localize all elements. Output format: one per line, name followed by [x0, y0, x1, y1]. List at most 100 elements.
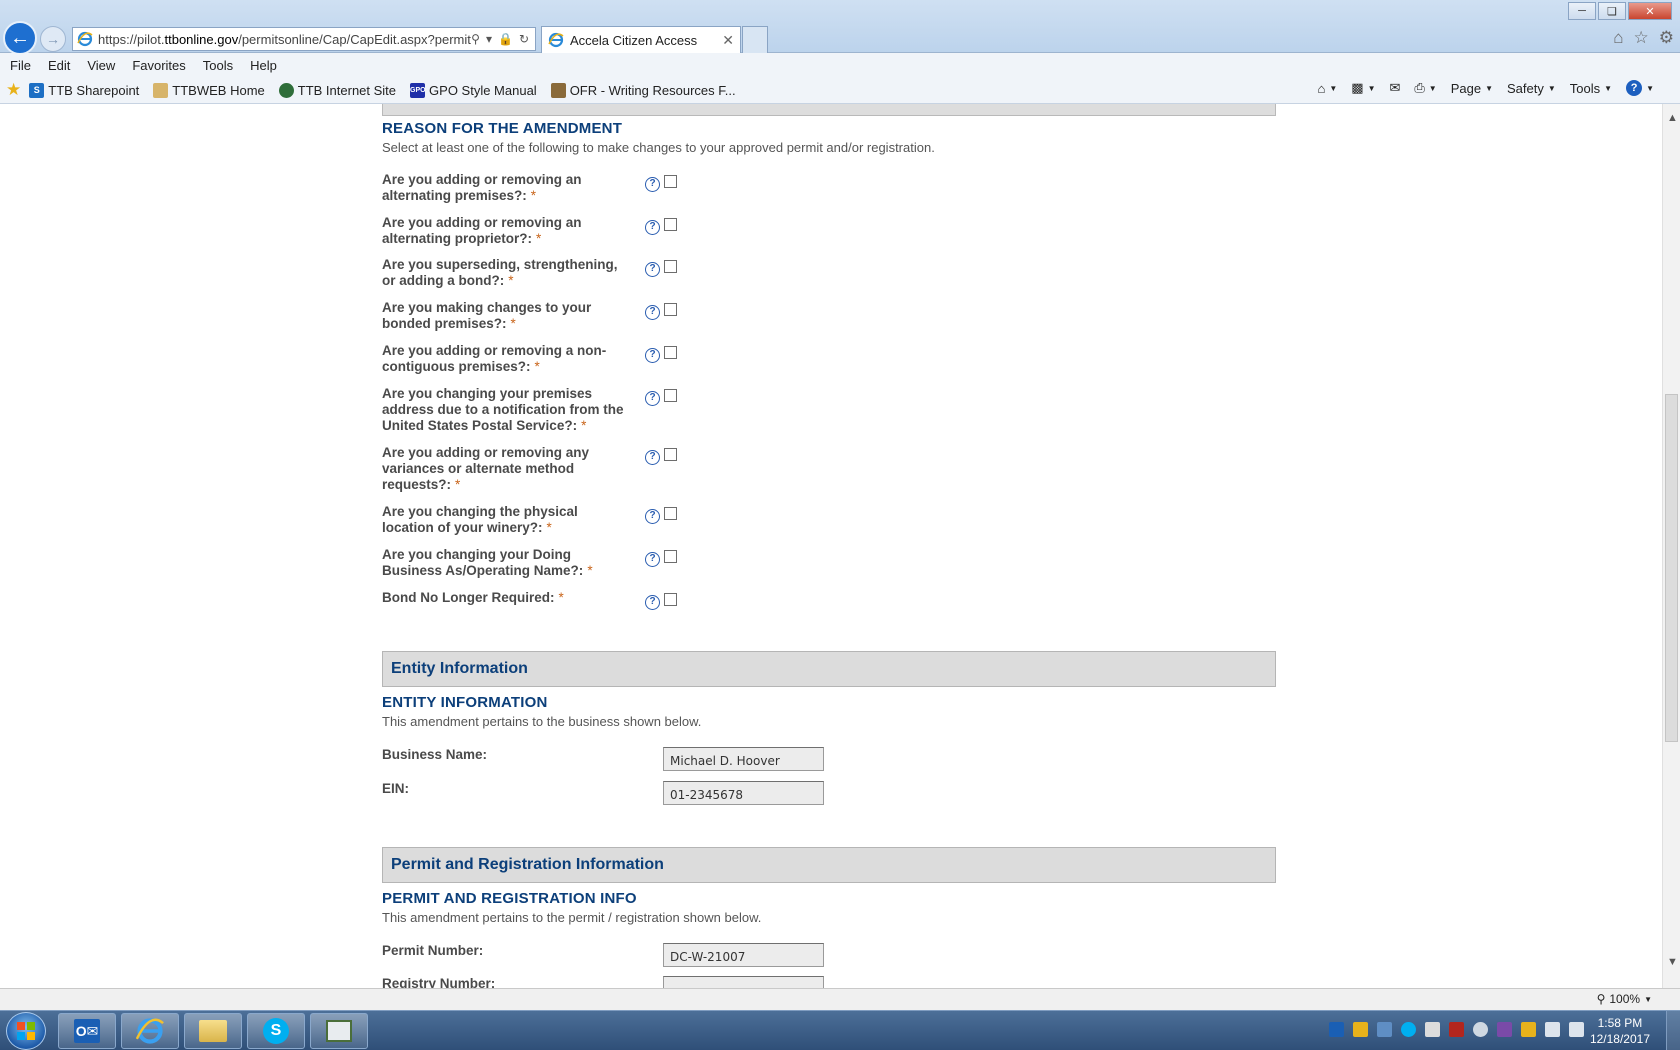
favorite-ttb-internet-site[interactable]: TTB Internet Site: [278, 82, 397, 98]
permit-number-field[interactable]: DC-W-21007: [663, 943, 824, 967]
required-marker: *: [455, 477, 461, 492]
dropdown-caret-icon[interactable]: ▾: [486, 32, 492, 46]
winery-location-checkbox[interactable]: [664, 507, 677, 520]
favorites-star-icon[interactable]: ★: [6, 80, 21, 100]
home-command[interactable]: ⌂ ▼: [1317, 81, 1337, 96]
favorite-ofr-writing-resources[interactable]: OFR - Writing Resources F...: [550, 82, 736, 98]
taskbar-skype[interactable]: S: [247, 1013, 305, 1049]
question-label: Are you changing your Doing Business As/O…: [382, 547, 593, 578]
alternating-proprietor-checkbox[interactable]: [664, 218, 677, 231]
zoom-level: 100%: [1609, 992, 1641, 1006]
minimize-button[interactable]: ─: [1568, 2, 1596, 20]
usps-address-change-checkbox[interactable]: [664, 389, 677, 402]
forward-button[interactable]: →: [40, 26, 66, 52]
safety-menu[interactable]: Safety ▼: [1507, 81, 1556, 96]
help-icon[interactable]: ?: [645, 450, 660, 465]
favorite-ttb-sharepoint[interactable]: S TTB Sharepoint: [29, 82, 139, 98]
menu-bar: File Edit View Favorites Tools Help: [0, 53, 1680, 77]
tab-accela[interactable]: Accela Citizen Access ✕: [541, 26, 741, 53]
lock-icon[interactable]: 🔒: [498, 32, 513, 46]
back-arrow-icon: ←: [10, 26, 30, 49]
app-tray-icon[interactable]: [1497, 1022, 1512, 1037]
dba-name-checkbox[interactable]: [664, 550, 677, 563]
amendment-reason-description: Select at least one of the following to …: [382, 140, 935, 155]
question-label: Are you superseding, strengthening, or ad…: [382, 257, 618, 288]
alternating-premises-checkbox[interactable]: [664, 175, 677, 188]
help-icon[interactable]: ?: [645, 348, 660, 363]
device-tray-icon[interactable]: [1425, 1022, 1440, 1037]
tab-close-icon[interactable]: ✕: [722, 32, 734, 49]
menu-edit[interactable]: Edit: [48, 58, 70, 73]
tools-menu[interactable]: Tools ▼: [1570, 81, 1612, 96]
bonded-premises-checkbox[interactable]: [664, 303, 677, 316]
help-icon[interactable]: ?: [645, 552, 660, 567]
scroll-down-arrow-icon[interactable]: ▼: [1667, 956, 1678, 968]
question-label: Are you adding or removing any variances …: [382, 445, 590, 492]
address-bar[interactable]: https://pilot.ttbonline.gov/permitsonlin…: [72, 27, 536, 51]
skype-tray-icon[interactable]: [1401, 1022, 1416, 1037]
outlook-tray-icon[interactable]: [1329, 1022, 1344, 1037]
bond-no-longer-required-checkbox[interactable]: [664, 593, 677, 606]
help-icon[interactable]: ?: [645, 262, 660, 277]
network-tray-icon[interactable]: [1545, 1022, 1560, 1037]
mail-command[interactable]: ✉: [1389, 80, 1400, 96]
help-command[interactable]: ? ▼: [1626, 80, 1654, 96]
security-tray-icon[interactable]: [1449, 1022, 1464, 1037]
back-button[interactable]: ←: [3, 21, 37, 55]
noncontiguous-premises-checkbox[interactable]: [664, 346, 677, 359]
user-tray-icon[interactable]: [1377, 1022, 1392, 1037]
home-icon[interactable]: ⌂: [1613, 28, 1623, 48]
favorite-ttbweb-home[interactable]: TTBWEB Home: [153, 82, 265, 98]
favorite-label: TTBWEB Home: [172, 82, 265, 98]
refresh-icon[interactable]: ↻: [519, 32, 529, 46]
help-icon[interactable]: ?: [645, 391, 660, 406]
taskbar-file-explorer[interactable]: [184, 1013, 242, 1049]
print-command[interactable]: ⎙ ▼: [1414, 80, 1436, 96]
address-url[interactable]: https://pilot.ttbonline.gov/permitsonlin…: [98, 32, 471, 47]
restore-button[interactable]: ❏: [1598, 2, 1626, 20]
scrollbar-thumb[interactable]: [1665, 394, 1678, 742]
scroll-up-arrow-icon[interactable]: ▲: [1667, 112, 1678, 124]
windows-logo-icon: [17, 1022, 35, 1040]
feeds-command[interactable]: ▩ ▼: [1351, 80, 1375, 96]
ie-tab-icon: [548, 32, 564, 48]
taskbar-outlook[interactable]: O✉: [58, 1013, 116, 1049]
help-icon[interactable]: ?: [645, 595, 660, 610]
business-name-field[interactable]: Michael D. Hoover: [663, 747, 824, 771]
new-tab-button[interactable]: [742, 26, 768, 53]
variances-checkbox[interactable]: [664, 448, 677, 461]
taskbar-internet-explorer[interactable]: [121, 1013, 179, 1049]
show-desktop-button[interactable]: [1666, 1011, 1680, 1050]
page-menu[interactable]: Page ▼: [1451, 81, 1493, 96]
help-icon[interactable]: ?: [645, 305, 660, 320]
pen-tray-icon[interactable]: [1353, 1022, 1368, 1037]
taskbar-clock[interactable]: 1:58 PM 12/18/2017: [1590, 1015, 1650, 1047]
menu-favorites[interactable]: Favorites: [132, 58, 185, 73]
close-window-button[interactable]: ✕: [1628, 2, 1672, 20]
menu-file[interactable]: File: [10, 58, 31, 73]
page-scrollbar[interactable]: ▲ ▼: [1662, 104, 1680, 988]
favorite-label: TTB Internet Site: [297, 82, 397, 98]
help-icon[interactable]: ?: [645, 220, 660, 235]
taskbar-app[interactable]: [310, 1013, 368, 1049]
gear-icon[interactable]: ⚙: [1659, 28, 1674, 48]
zoom-caret-icon[interactable]: ▼: [1644, 995, 1652, 1004]
registry-number-field[interactable]: [663, 976, 824, 988]
menu-view[interactable]: View: [87, 58, 115, 73]
menu-tools[interactable]: Tools: [203, 58, 233, 73]
search-icon[interactable]: ⚲: [471, 32, 480, 46]
menu-help[interactable]: Help: [250, 58, 277, 73]
question-label: Are you adding or removing a non-contigu…: [382, 343, 607, 374]
start-button[interactable]: [6, 1012, 46, 1050]
forward-arrow-icon: →: [46, 31, 60, 47]
help-icon[interactable]: ?: [645, 509, 660, 524]
notification-tray-icon[interactable]: [1521, 1022, 1536, 1037]
ein-field[interactable]: 01-2345678: [663, 781, 824, 805]
bond-checkbox[interactable]: [664, 260, 677, 273]
sync-tray-icon[interactable]: [1473, 1022, 1488, 1037]
help-icon[interactable]: ?: [645, 177, 660, 192]
volume-tray-icon[interactable]: [1569, 1022, 1584, 1037]
zoom-control[interactable]: ⚲ 100% ▼: [1597, 992, 1652, 1006]
favorites-star-icon[interactable]: ☆: [1634, 28, 1649, 48]
favorite-gpo-style-manual[interactable]: GPO GPO Style Manual: [410, 82, 537, 98]
